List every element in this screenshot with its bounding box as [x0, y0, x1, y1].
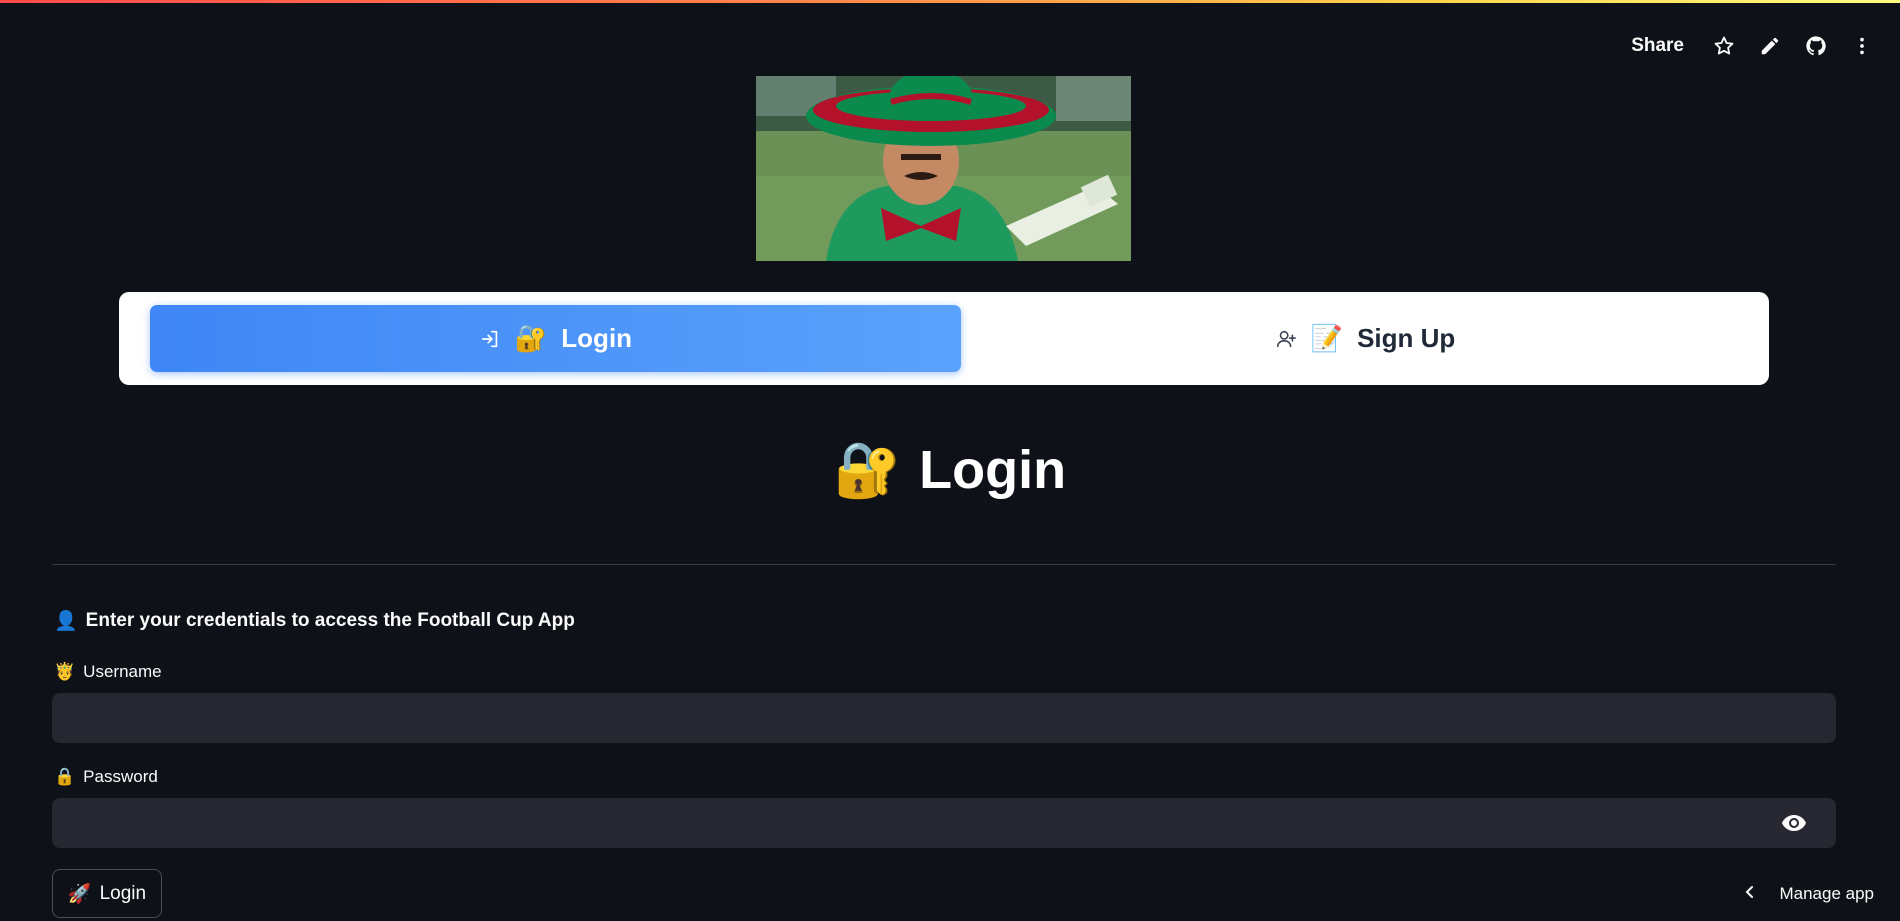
username-label-text: Username: [83, 662, 162, 681]
divider: [52, 564, 1836, 565]
pencil-icon[interactable]: [1758, 34, 1782, 58]
more-vertical-icon[interactable]: [1850, 34, 1874, 58]
show-password-eye-icon[interactable]: [1780, 812, 1808, 834]
rocket-emoji: 🚀: [67, 883, 92, 905]
password-label: 🔒 Password: [54, 767, 158, 787]
tab-sign-up-label: Sign Up: [1357, 323, 1456, 353]
login-submit-button[interactable]: 🚀 Login: [52, 869, 162, 918]
tab-login[interactable]: 🔐 Login: [150, 305, 961, 372]
login-submit-label: Login: [99, 882, 147, 904]
auth-tab-bar: 🔐 Login 📝 Sign Up: [119, 292, 1769, 385]
page-title-text: Login: [919, 440, 1067, 500]
login-icon: [479, 328, 501, 350]
manage-app-label: Manage app: [1779, 884, 1874, 903]
username-input[interactable]: [52, 693, 1836, 743]
username-label: 🤴 Username: [54, 662, 162, 682]
tab-sign-up[interactable]: 📝 Sign Up: [961, 305, 1769, 372]
subheading-text: Enter your credentials to access the Foo…: [85, 609, 575, 631]
user-plus-icon: [1275, 328, 1297, 350]
form-subheading: 👤 Enter your credentials to access the F…: [54, 609, 575, 633]
prince-emoji: 🤴: [54, 662, 76, 682]
mariachi-image: [756, 76, 1131, 261]
share-button[interactable]: Share: [1631, 35, 1684, 57]
page-title: 🔐 Login: [0, 438, 1900, 502]
manage-app-button[interactable]: Manage app: [1743, 884, 1874, 904]
tab-login-label: Login: [561, 323, 633, 353]
app-toolbar: Share: [1631, 30, 1874, 62]
top-decoration-stripe: [0, 0, 1900, 3]
lock-key-emoji: 🔐: [833, 438, 902, 501]
password-input[interactable]: [52, 798, 1836, 848]
password-label-text: Password: [83, 767, 158, 786]
star-icon[interactable]: [1712, 34, 1736, 58]
lock-key-emoji: 🔐: [514, 323, 548, 354]
memo-emoji: 📝: [1310, 323, 1344, 354]
user-silhouette-emoji: 👤: [54, 610, 78, 632]
chevron-left-icon: [1743, 884, 1757, 904]
lock-emoji: 🔒: [54, 767, 76, 787]
github-icon[interactable]: [1804, 34, 1828, 58]
